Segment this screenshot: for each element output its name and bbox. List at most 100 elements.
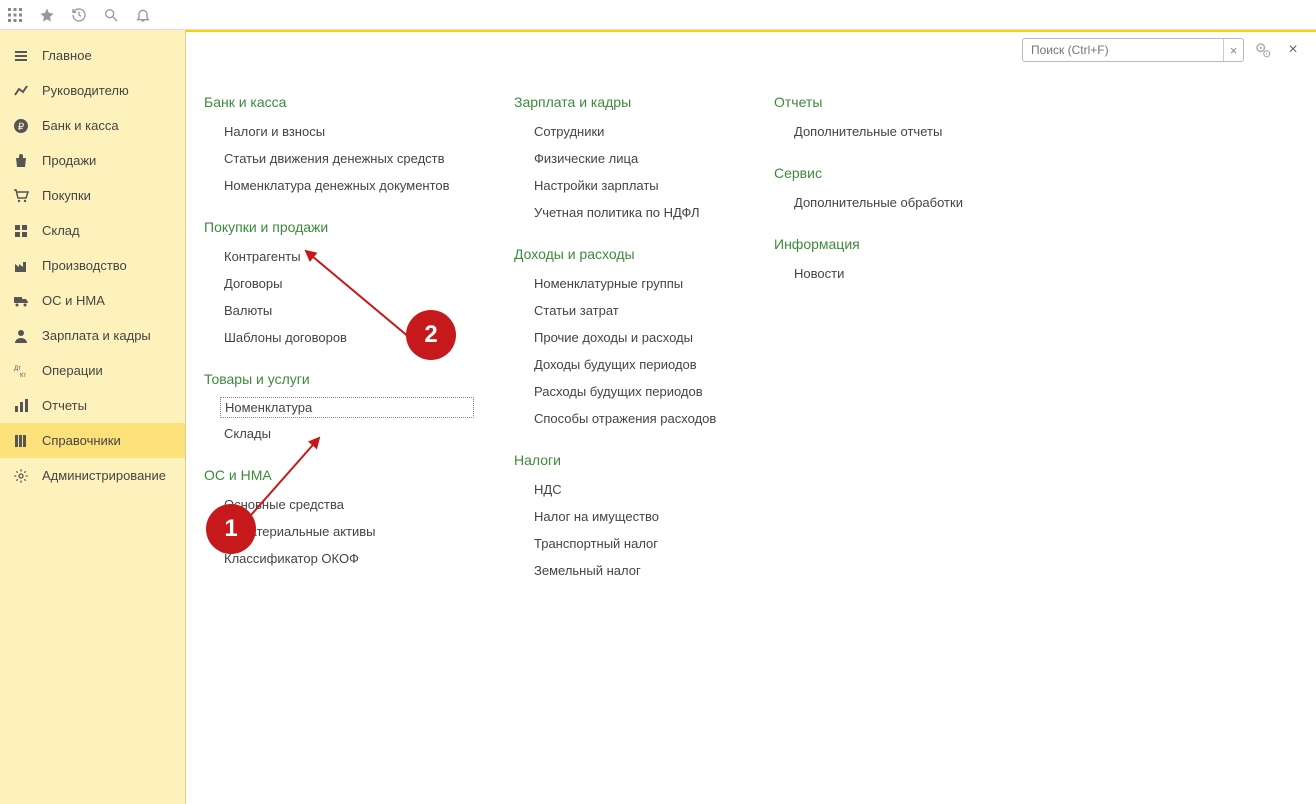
sidebar-item-10[interactable]: Отчеты [0, 388, 185, 423]
menu-link[interactable]: Нематериальные активы [204, 520, 474, 543]
sidebar-item-label: Главное [42, 48, 92, 63]
section-heading[interactable]: Отчеты [774, 94, 984, 110]
gear-icon [12, 468, 30, 484]
menu-link[interactable]: Шаблоны договоров [204, 326, 474, 349]
menu-link[interactable]: Номенклатура денежных документов [204, 174, 474, 197]
dtcr-icon: ДтКт [12, 363, 30, 379]
sidebar-item-label: ОС и НМА [42, 293, 105, 308]
boxes-icon [12, 223, 30, 239]
menu-link[interactable]: Налоги и взносы [204, 120, 474, 143]
search-box[interactable]: × [1022, 38, 1244, 62]
menu-link[interactable]: Основные средства [204, 493, 474, 516]
menu-link[interactable]: Способы отражения расходов [514, 407, 734, 430]
section-heading[interactable]: Налоги [514, 452, 734, 468]
menu-link[interactable]: Статьи движения денежных средств [204, 147, 474, 170]
menu-link[interactable]: Контрагенты [204, 245, 474, 268]
svg-text:Дт: Дт [14, 366, 21, 372]
sidebar-item-label: Продажи [42, 153, 96, 168]
menu-link[interactable]: Доходы будущих периодов [514, 353, 734, 376]
menu-link[interactable]: Дополнительные обработки [774, 191, 984, 214]
menu-link[interactable]: Классификатор ОКОФ [204, 547, 474, 570]
sidebar-item-0[interactable]: Главное [0, 38, 185, 73]
star-icon[interactable] [38, 6, 56, 24]
main-panel: × × 1 2 Банк и кассаНалоги и взносыСтать… [186, 30, 1316, 804]
column-0: Банк и касса Налоги и взносы Статьи движен… [204, 88, 474, 794]
section-heading[interactable]: ОС и НМА [204, 467, 474, 483]
menu-link[interactable]: Учетная политика по НДФЛ [514, 201, 734, 224]
books-icon [12, 433, 30, 449]
section-heading[interactable]: Товары и услуги [204, 371, 474, 387]
sidebar-item-6[interactable]: Производство [0, 248, 185, 283]
bars-icon [12, 398, 30, 414]
bell-icon[interactable] [134, 6, 152, 24]
sidebar-item-9[interactable]: ДтКт Операции [0, 353, 185, 388]
menu-link[interactable]: НДС [514, 478, 734, 501]
chart-icon [12, 83, 30, 99]
section-heading[interactable]: Покупки и продажи [204, 219, 474, 235]
menu-link[interactable]: Новости [774, 262, 984, 285]
sidebar-item-3[interactable]: Продажи [0, 143, 185, 178]
column-1: Зарплата и кадры Сотрудники Физические лиц… [514, 88, 734, 794]
layout: Главное Руководителю ₽ Банк и касса Продажи П… [0, 30, 1316, 804]
sidebar-item-11[interactable]: Справочники [0, 423, 185, 458]
section-heading[interactable]: Сервис [774, 165, 984, 181]
menu-link[interactable]: Налог на имущество [514, 505, 734, 528]
sidebar-item-2[interactable]: ₽ Банк и касса [0, 108, 185, 143]
sidebar-item-12[interactable]: Администрирование [0, 458, 185, 493]
section-heading[interactable]: Банк и касса [204, 94, 474, 110]
menu-link[interactable]: Физические лица [514, 147, 734, 170]
person-icon [12, 328, 30, 344]
menu-link[interactable]: Расходы будущих периодов [514, 380, 734, 403]
search-icon[interactable] [102, 6, 120, 24]
section-heading[interactable]: Информация [774, 236, 984, 252]
sidebar-item-label: Зарплата и кадры [42, 328, 151, 343]
search-clear-icon[interactable]: × [1223, 39, 1243, 61]
sidebar-item-5[interactable]: Склад [0, 213, 185, 248]
factory-icon [12, 258, 30, 274]
menu-link[interactable]: Прочие доходы и расходы [514, 326, 734, 349]
menu-link[interactable]: Транспортный налог [514, 532, 734, 555]
sidebar-item-1[interactable]: Руководителю [0, 73, 185, 108]
menu-link[interactable]: Статьи затрат [514, 299, 734, 322]
truck-icon [12, 293, 30, 309]
close-icon[interactable]: × [1282, 39, 1304, 61]
menu-link[interactable]: Земельный налог [514, 559, 734, 582]
main-header: × × [186, 32, 1316, 68]
sidebar-item-4[interactable]: Покупки [0, 178, 185, 213]
ruble-icon: ₽ [12, 118, 30, 134]
menu-link[interactable]: Дополнительные отчеты [774, 120, 984, 143]
cart-icon [12, 188, 30, 204]
sidebar-item-label: Производство [42, 258, 127, 273]
sidebar-item-label: Операции [42, 363, 103, 378]
sidebar-item-label: Покупки [42, 188, 91, 203]
menu-link[interactable]: Валюты [204, 299, 474, 322]
content: 1 2 Банк и кассаНалоги и взносыСтатьи дв… [186, 68, 1316, 804]
sidebar-item-label: Отчеты [42, 398, 87, 413]
sidebar-item-7[interactable]: ОС и НМА [0, 283, 185, 318]
sidebar-item-label: Руководителю [42, 83, 129, 98]
apps-icon[interactable] [6, 6, 24, 24]
svg-text:Кт: Кт [20, 373, 26, 379]
menu-link[interactable]: Настройки зарплаты [514, 174, 734, 197]
history-icon[interactable] [70, 6, 88, 24]
section-heading[interactable]: Зарплата и кадры [514, 94, 734, 110]
menu-link[interactable]: Номенклатурные группы [514, 272, 734, 295]
menu-link[interactable]: Сотрудники [514, 120, 734, 143]
svg-text:₽: ₽ [18, 122, 25, 133]
sidebar-item-label: Администрирование [42, 468, 166, 483]
search-input[interactable] [1023, 43, 1223, 57]
menu-link[interactable]: Договоры [204, 272, 474, 295]
section-heading[interactable]: Доходы и расходы [514, 246, 734, 262]
bag-icon [12, 153, 30, 169]
menu-link[interactable]: Склады [204, 422, 474, 445]
sidebar-item-label: Банк и касса [42, 118, 119, 133]
topbar [0, 0, 1316, 30]
column-2: Отчеты Дополнительные отчеты Сервис Дополни… [774, 88, 984, 794]
sidebar-item-label: Справочники [42, 433, 121, 448]
sidebar-item-8[interactable]: Зарплата и кадры [0, 318, 185, 353]
sidebar-item-label: Склад [42, 223, 80, 238]
gear-icon[interactable] [1252, 39, 1274, 61]
menu-link[interactable]: Номенклатура [220, 397, 474, 418]
sidebar: Главное Руководителю ₽ Банк и касса Продажи П… [0, 30, 186, 804]
menu-icon [12, 48, 30, 64]
